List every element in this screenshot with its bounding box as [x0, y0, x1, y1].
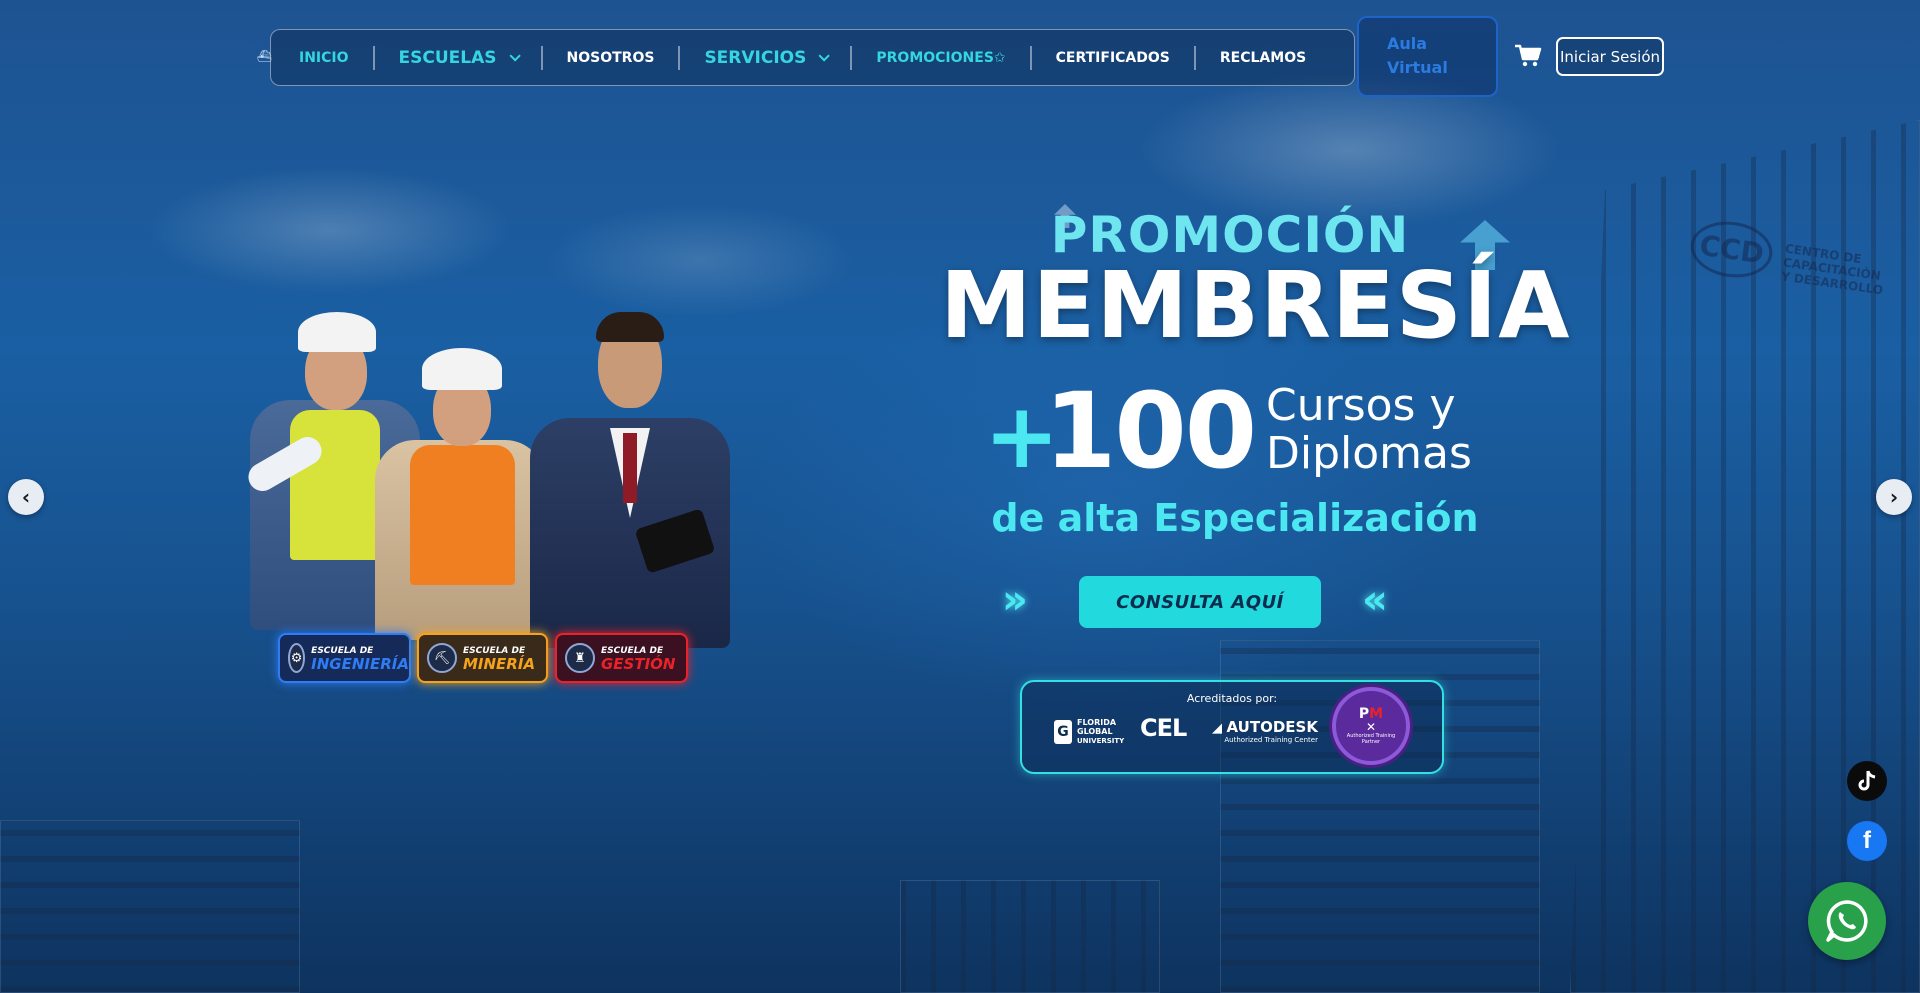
school-name: INGENIERÍA — [311, 655, 409, 673]
main-nav: INICIO ESCUELAS NOSOTROS SERVICIOS PROMO… — [270, 29, 1355, 86]
school-name: GESTIÓN — [601, 655, 676, 673]
tiktok-button[interactable] — [1847, 761, 1887, 801]
ffgu-line2: GLOBAL — [1077, 727, 1113, 736]
course-count-label: Cursos y Diplomas — [1266, 382, 1472, 478]
chevron-down-icon — [508, 49, 521, 62]
nav-certificados-label: CERTIFICADOS — [1055, 49, 1170, 66]
double-chevron-right-icon: » — [1002, 577, 1028, 623]
school-name: MINERÍA — [463, 655, 536, 673]
course-count: 100 — [1044, 370, 1257, 492]
facebook-icon: f — [1863, 827, 1871, 854]
chevron-left-icon: ‹ — [21, 485, 31, 509]
building-left — [0, 820, 300, 993]
facebook-button[interactable]: f — [1847, 821, 1887, 861]
school-badge-ingenieria[interactable]: ⚙ ESCUELA DE INGENIERÍA — [278, 633, 411, 683]
nav-escuelas[interactable]: ESCUELAS — [398, 47, 521, 68]
hero-subtitle: de alta Especialización — [991, 496, 1479, 540]
aula-virtual-line2: Virtual — [1387, 58, 1448, 77]
autodesk-sub: Authorized Training Center — [1224, 736, 1318, 744]
nav-divider — [850, 45, 853, 70]
ffgu-line1: FLORIDA — [1077, 718, 1117, 727]
nav-divider — [372, 45, 375, 70]
pmi-badge: PM ✕ Authorized Training Partner — [1332, 687, 1410, 765]
cart-icon[interactable] — [1514, 43, 1542, 69]
school-badge-mineria[interactable]: ⛏ ESCUELA DE MINERÍA — [417, 633, 548, 683]
double-chevron-left-icon: « — [1362, 577, 1388, 623]
whatsapp-icon — [1826, 900, 1868, 942]
nav-certificados[interactable]: CERTIFICADOS — [1056, 50, 1170, 66]
aula-virtual-button[interactable]: Aula Virtual — [1357, 16, 1498, 97]
florida-global-university-logo: G FLORIDA GLOBAL UNIVERSITY — [1054, 718, 1124, 746]
ffgu-line3: UNIVERSITY — [1077, 737, 1125, 745]
nav-divider — [678, 45, 681, 70]
autodesk-logo: ◢ AUTODESK Authorized Training Center — [1212, 718, 1318, 744]
school-badge-gestion[interactable]: ♜ ESCUELA DE GESTIÓN — [555, 633, 688, 683]
nav-servicios[interactable]: SERVICIOS — [704, 47, 831, 68]
nav-inicio-label: INICIO — [299, 49, 349, 66]
nav-promociones-label: PROMOCIONES✩ — [876, 49, 1006, 66]
autodesk-text: AUTODESK — [1226, 718, 1318, 736]
nav-reclamos-label: RECLAMOS — [1219, 49, 1307, 66]
engineering-icon: ⚙ — [288, 643, 306, 673]
cel-text: CEL — [1140, 714, 1187, 742]
aula-virtual-line1: Aula — [1387, 34, 1428, 53]
whatsapp-button[interactable] — [1808, 882, 1886, 960]
course-count-line2: Diplomas — [1266, 428, 1472, 479]
tiktok-icon — [1858, 770, 1876, 791]
consulta-button[interactable]: CONSULTA AQUÍ — [1079, 576, 1321, 628]
building-sign-logo: CCD — [1687, 216, 1777, 283]
cel-logo: CEL — [1140, 714, 1187, 742]
accreditation-box: Acreditados por: G FLORIDA GLOBAL UNIVER… — [1020, 680, 1444, 774]
nav-inicio[interactable]: INICIO — [299, 50, 349, 66]
chevron-right-icon: › — [1889, 485, 1899, 509]
nav-nosotros[interactable]: NOSOTROS — [567, 50, 655, 66]
login-button[interactable]: Iniciar Sesión — [1556, 37, 1664, 76]
mining-cart-icon: ⛏ — [427, 643, 457, 673]
nav-reclamos[interactable]: RECLAMOS — [1220, 50, 1306, 66]
nav-servicios-label: SERVICIOS — [704, 47, 807, 68]
chevron-down-icon — [818, 49, 831, 62]
building-center — [900, 880, 1160, 993]
management-icon: ♜ — [565, 643, 595, 673]
nav-divider — [1193, 45, 1196, 70]
nav-escuelas-label: ESCUELAS — [398, 47, 497, 68]
carousel-next-button[interactable]: › — [1876, 479, 1912, 515]
nav-nosotros-label: NOSOTROS — [566, 49, 655, 66]
nav-divider — [540, 45, 543, 70]
course-count-line1: Cursos y — [1266, 380, 1456, 431]
hero-title: MEMBRESÍA — [940, 252, 1571, 359]
nav-divider — [1029, 45, 1032, 70]
nav-promociones[interactable]: PROMOCIONES✩ — [876, 50, 1005, 66]
carousel-prev-button[interactable]: ‹ — [8, 479, 44, 515]
pmi-sub: Authorized Training Partner — [1346, 733, 1396, 745]
professionals-illustration: ⚙ ESCUELA DE INGENIERÍA ⛏ ESCUELA DE MIN… — [240, 300, 740, 683]
